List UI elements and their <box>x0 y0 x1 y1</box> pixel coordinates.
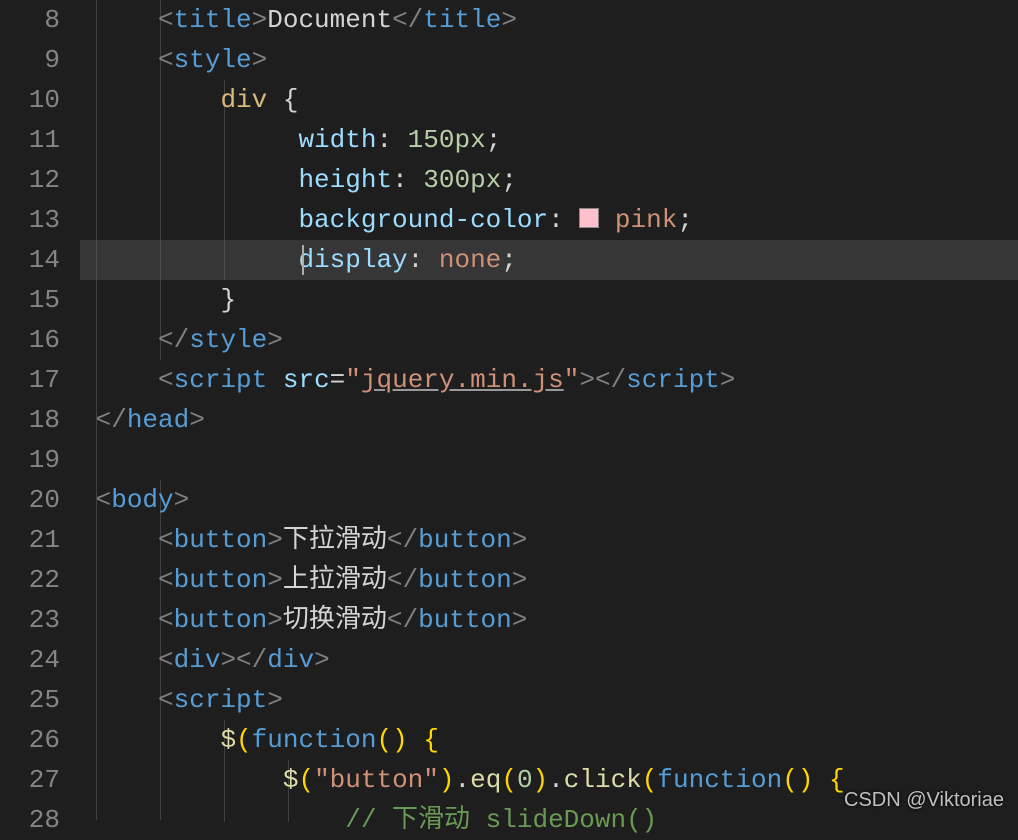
line-number: 12 <box>0 160 60 200</box>
code-line[interactable]: <button>下拉滑动</button> <box>80 520 1018 560</box>
line-number: 8 <box>0 0 60 40</box>
line-number: 26 <box>0 720 60 760</box>
line-number: 19 <box>0 440 60 480</box>
line-number: 23 <box>0 600 60 640</box>
line-gutter: 8 9 10 11 12 13 14 15 16 17 18 19 20 21 … <box>0 0 80 822</box>
code-line[interactable]: <body> <box>80 480 1018 520</box>
code-line[interactable]: </head> <box>80 400 1018 440</box>
code-line[interactable]: <title>Document</title> <box>80 0 1018 40</box>
line-number: 21 <box>0 520 60 560</box>
line-number: 9 <box>0 40 60 80</box>
line-number: 28 <box>0 800 60 840</box>
code-line-active[interactable]: display: none; <box>80 240 1018 280</box>
code-line[interactable]: div { <box>80 80 1018 120</box>
line-number: 27 <box>0 760 60 800</box>
line-number: 10 <box>0 80 60 120</box>
code-editor[interactable]: 8 9 10 11 12 13 14 15 16 17 18 19 20 21 … <box>0 0 1018 822</box>
code-line[interactable]: </style> <box>80 320 1018 360</box>
line-number: 11 <box>0 120 60 160</box>
code-line[interactable]: } <box>80 280 1018 320</box>
line-number: 24 <box>0 640 60 680</box>
code-line[interactable]: <script src="jquery.min.js"></script> <box>80 360 1018 400</box>
code-line[interactable]: $(function() { <box>80 720 1018 760</box>
line-number: 22 <box>0 560 60 600</box>
text-cursor <box>302 245 304 275</box>
line-number: 25 <box>0 680 60 720</box>
line-number: 13 <box>0 200 60 240</box>
code-line[interactable]: background-color: pink; <box>80 200 1018 240</box>
code-line[interactable]: <script> <box>80 680 1018 720</box>
watermark: CSDN @Viktoriae <box>844 789 1004 812</box>
code-line[interactable] <box>80 440 1018 480</box>
code-line[interactable]: width: 150px; <box>80 120 1018 160</box>
code-line[interactable]: <button>切换滑动</button> <box>80 600 1018 640</box>
line-number: 20 <box>0 480 60 520</box>
line-number: 17 <box>0 360 60 400</box>
code-line[interactable]: <div></div> <box>80 640 1018 680</box>
line-number: 14 <box>0 240 60 280</box>
code-line[interactable]: height: 300px; <box>80 160 1018 200</box>
color-swatch-icon <box>579 208 599 228</box>
code-line[interactable]: <button>上拉滑动</button> <box>80 560 1018 600</box>
code-area[interactable]: <title>Document</title> <style> div { wi… <box>80 0 1018 822</box>
line-number: 16 <box>0 320 60 360</box>
code-line[interactable]: <style> <box>80 40 1018 80</box>
line-number: 18 <box>0 400 60 440</box>
line-number: 15 <box>0 280 60 320</box>
